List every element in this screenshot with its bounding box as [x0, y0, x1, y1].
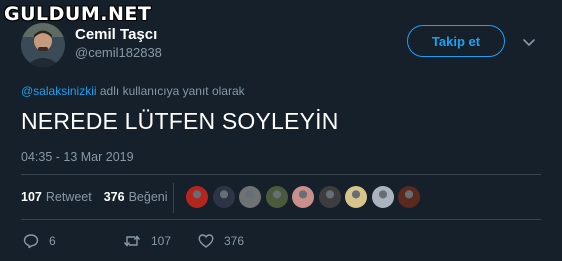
reply-mention-link[interactable]: @salaksinizkii [21, 84, 97, 98]
retweet-stat-count: 107 [21, 190, 42, 204]
retweet-action[interactable]: 107 [123, 233, 198, 249]
watermark-logo: GULDUM.NET [4, 3, 152, 25]
reply-icon [23, 234, 39, 249]
tweet-actions: 6 107 376 [21, 233, 244, 249]
tweet-text: NEREDE LÜTFEN SOYLEYİN [21, 108, 339, 134]
tweet-stats: 107 Retweet 376 Beğeni [21, 190, 180, 204]
author-handle[interactable]: @cemil182838 [75, 45, 162, 60]
retweet-count: 107 [151, 234, 172, 248]
stats-separator [173, 183, 174, 213]
like-stat-count: 376 [103, 190, 125, 204]
liker-avatar-6[interactable] [318, 186, 341, 208]
tweet-timestamp[interactable]: 04:35 - 13 Mar 2019 [21, 150, 134, 164]
liker-avatar-7[interactable] [345, 186, 367, 208]
author-display-name[interactable]: Cemil Taşcı [75, 26, 157, 43]
reply-count: 6 [49, 234, 56, 248]
like-count: 376 [224, 234, 245, 248]
avatar-image [21, 23, 65, 67]
retweet-icon [123, 235, 141, 247]
profile-avatar[interactable] [21, 23, 65, 67]
reply-context-text: adlı kullanıcıya yanıt olarak [96, 84, 245, 98]
liker-avatar-1[interactable] [186, 186, 208, 208]
retweet-stat[interactable]: 107 Retweet [21, 190, 92, 204]
likers-avatar-row [186, 186, 425, 208]
liker-avatar-8[interactable] [371, 186, 394, 208]
liker-avatar-3[interactable] [239, 186, 261, 208]
follow-button[interactable]: Takip et [407, 25, 505, 57]
like-stat-label: Beğeni [128, 190, 168, 204]
liker-avatar-5[interactable] [292, 186, 314, 208]
retweet-stat-label: Retweet [45, 190, 92, 204]
divider-top [21, 174, 541, 175]
liker-avatar-4[interactable] [265, 186, 288, 208]
like-action[interactable]: 376 [198, 233, 244, 249]
divider-bottom [21, 219, 541, 220]
like-stat[interactable]: 376 Beğeni [104, 190, 168, 204]
reply-context: @salaksinizkii adlı kullanıcıya yanıt ol… [21, 84, 245, 98]
chevron-down-icon[interactable] [522, 35, 536, 49]
heart-icon [198, 234, 214, 248]
reply-action[interactable]: 6 [23, 233, 123, 249]
liker-avatar-9[interactable] [398, 186, 420, 208]
liker-avatar-2[interactable] [212, 186, 235, 208]
